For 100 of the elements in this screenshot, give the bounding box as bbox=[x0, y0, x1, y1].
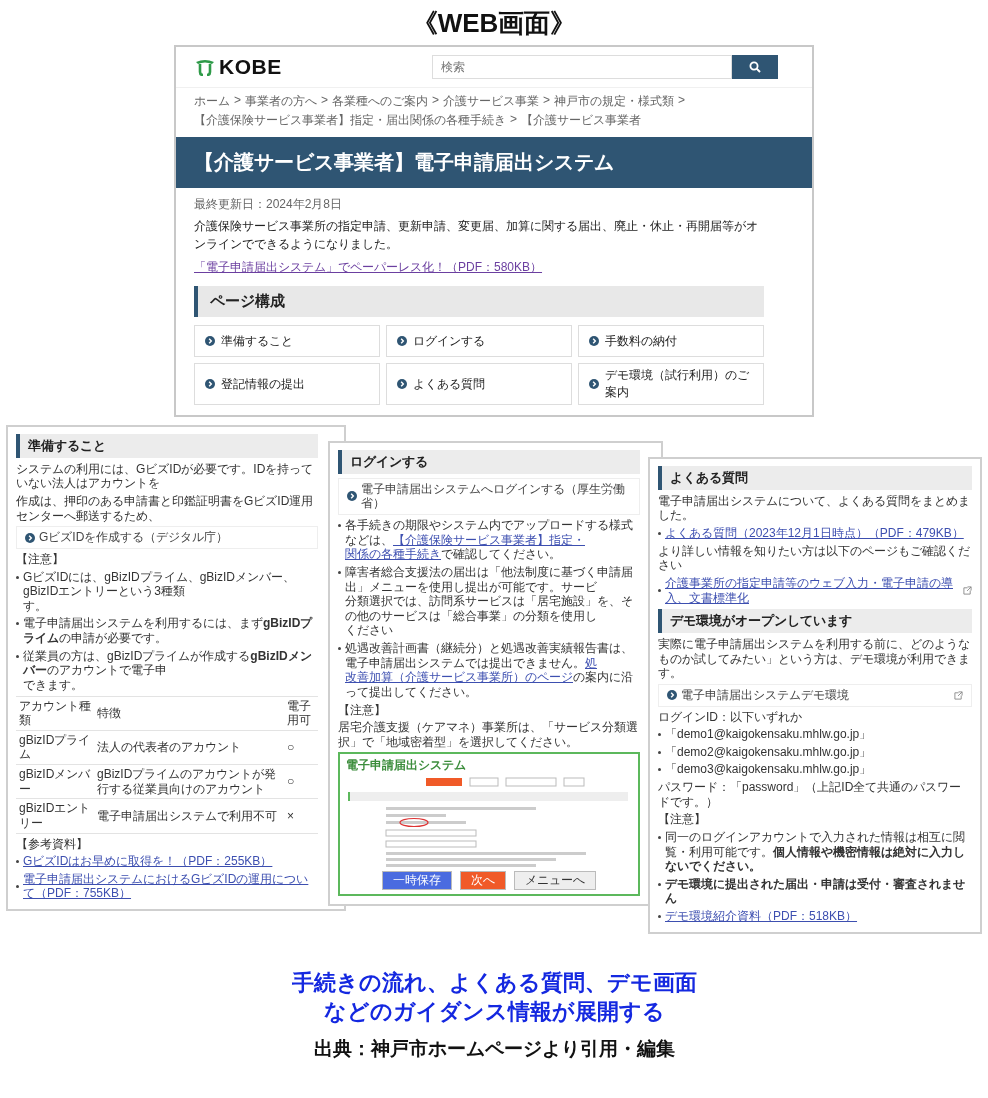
arrow-circle-icon bbox=[589, 336, 599, 346]
section-heading: ログインする bbox=[338, 450, 640, 474]
breadcrumb-link[interactable]: 神戸市の規定・様式類 bbox=[554, 93, 675, 110]
table-header: アカウント種類 bbox=[16, 696, 94, 731]
note-label: 【注意】 bbox=[16, 552, 65, 567]
menu-button[interactable]: デモ環境（試行利用）のご案内 bbox=[578, 363, 764, 405]
arrow-circle-icon bbox=[667, 690, 677, 701]
table-header: 特徴 bbox=[94, 696, 284, 731]
link[interactable]: 関係の各種手続き bbox=[345, 547, 441, 562]
bullet-text: す。 bbox=[23, 598, 48, 614]
breadcrumb-link[interactable]: 各業種へのご案内 bbox=[332, 93, 429, 110]
bullet-text: 「demo1@kaigokensaku.mhlw.go.jp」 bbox=[665, 727, 872, 742]
bullet-icon bbox=[338, 524, 341, 528]
intro-text: 介護保険サービス事業所の指定申請、更新申請、変更届、加算に関する届出、廃止・休止・再開届等がオンラインでできるようになりました。 bbox=[194, 218, 759, 253]
link[interactable]: デモ環境紹介資料（PDF：518KB） bbox=[665, 909, 858, 924]
arrow-circle-icon bbox=[397, 379, 407, 389]
arrow-circle-icon bbox=[397, 336, 407, 346]
link[interactable]: 「電子申請届出システム」でペーパーレス化！（PDF：580KB） bbox=[194, 260, 543, 274]
bullet-icon bbox=[338, 647, 341, 651]
caption: 手続きの流れ、よくある質問、デモ画面 bbox=[291, 969, 697, 997]
source-note: 出典：神戸市ホームページより引用・編集 bbox=[312, 1037, 676, 1062]
link[interactable]: 電子申請届出システムにおけるGビズIDの運用について（PDF：755KB） bbox=[23, 871, 318, 902]
link[interactable]: 介護事業所の指定申請等のウェブ入力・電子申請の導入、文書標準化 bbox=[665, 576, 959, 606]
arrow-circle-icon bbox=[25, 532, 35, 543]
note-label: 【参考資料】 bbox=[16, 836, 89, 852]
arrow-circle-icon bbox=[347, 491, 357, 502]
bullet-text: 「demo2@kaigokensaku.mhlw.go.jp」 bbox=[665, 744, 872, 760]
menu-button[interactable]: 登記情報の提出 bbox=[194, 363, 380, 405]
menu-button[interactable]: よくある質問 bbox=[386, 363, 572, 405]
bullet-icon bbox=[338, 571, 341, 574]
breadcrumb-link[interactable]: 【介護サービス事業者 bbox=[521, 112, 641, 129]
link[interactable]: 【介護保険サービス事業者】指定・ bbox=[393, 532, 585, 547]
link-box[interactable]: GビズIDを作成する（デジタル庁） bbox=[16, 526, 318, 549]
page-title: 《WEB画面》 bbox=[410, 7, 578, 40]
link-box[interactable]: 電子申請届出システムへログインする（厚生労働省） bbox=[338, 477, 640, 516]
bullet-text: 分類選択では、訪問系サービスは「居宅施設」を、その他のサービスは「総合事業」の分類を使用し bbox=[345, 594, 634, 624]
bullet-text: 従業員の方は、gBizIDプライムが作成するgBizIDメンバーのアカウントで電子申 bbox=[23, 648, 313, 678]
body-text: システムの利用には、GビズIDが必要です。IDを持っていない法人はアカウントを bbox=[16, 461, 315, 492]
breadcrumb-separator: > bbox=[432, 93, 440, 109]
link[interactable]: 処 bbox=[585, 655, 597, 670]
breadcrumb-separator: > bbox=[510, 112, 517, 128]
bullet-text: デモ環境に提出された届出・申請は受付・審査されません bbox=[665, 876, 966, 907]
table-cell: 電子申請届出システムで利用不可 bbox=[94, 798, 284, 834]
section-heading: デモ環境がオープンしています bbox=[658, 609, 972, 634]
link[interactable]: 改善加算（介護サービス事業所）のページ bbox=[345, 670, 573, 685]
arrow-circle-icon bbox=[205, 379, 215, 389]
bullet-icon bbox=[16, 622, 19, 626]
bullet-icon bbox=[658, 882, 661, 886]
body-text: 作成は、押印のある申請書と印鑑証明書をGビズID運用センターへ郵送するため、 bbox=[16, 494, 315, 524]
bullet-text: 「demo3@kaigokensaku.mhlw.go.jp」 bbox=[665, 762, 872, 778]
logo-icon bbox=[194, 58, 216, 76]
table-cell: ○ bbox=[284, 730, 318, 765]
caption: などのガイダンス情報が展開する bbox=[323, 997, 665, 1026]
updated-date: 最終更新日：2024年2月8日 bbox=[194, 196, 344, 213]
breadcrumb-separator: > bbox=[678, 93, 686, 109]
app-title: 電子申請届出システム bbox=[346, 758, 467, 774]
note-label: 【注意】 bbox=[658, 812, 707, 827]
link[interactable]: よくある質問（2023年12月1日時点）（PDF：479KB） bbox=[665, 526, 964, 541]
arrow-circle-icon bbox=[589, 379, 599, 389]
bullet-text: GビズIDには、gBizIDプライム、gBizIDメンバー、gBizIDエントリーという3種類 bbox=[23, 569, 297, 599]
table-cell: gBizIDエントリー bbox=[16, 798, 94, 834]
menu-button[interactable]: 準備すること bbox=[194, 325, 380, 357]
body-text: より詳しい情報を知りたい方は以下のページもご確認ください bbox=[658, 543, 971, 573]
bullet-icon bbox=[658, 835, 661, 839]
body-text: 実際に電子申請届出システムを利用する前に、どのようなものか試してみたい」という方は、デモ環境が利用できます。 bbox=[658, 637, 971, 681]
breadcrumb-separator: > bbox=[234, 93, 241, 109]
note-label: 【注意】 bbox=[338, 702, 387, 718]
bullet-icon bbox=[16, 575, 19, 579]
section-heading: ページ構成 bbox=[194, 286, 764, 317]
body-text: 電子申請届出システムについて、よくある質問をまとめました。 bbox=[658, 493, 971, 524]
link[interactable]: GビズIDはお早めに取得を！（PDF：255KB） bbox=[23, 854, 273, 869]
menu-button[interactable]: 手数料の納付 bbox=[578, 325, 764, 357]
logo-text: KOBE bbox=[219, 55, 282, 79]
table-cell: gBizIDメンバー bbox=[16, 764, 94, 799]
bullet-text: ください bbox=[345, 623, 394, 639]
search-field[interactable]: 検索 bbox=[432, 55, 732, 79]
table-cell: gBizIDプライム bbox=[16, 730, 94, 765]
link-box[interactable]: 電子申請届出システムデモ環境 bbox=[658, 683, 972, 707]
table-cell: gBizIDプライムのアカウントが発行する従業員向けのアカウント bbox=[94, 764, 284, 799]
breadcrumb-link[interactable]: 【介護保険サービス事業者】指定・届出関係の各種手続き bbox=[194, 112, 506, 129]
breadcrumb-separator: > bbox=[543, 93, 551, 109]
breadcrumb-link[interactable]: 介護サービス事業 bbox=[443, 93, 540, 110]
arrow-circle-icon bbox=[205, 336, 215, 346]
bullet-icon bbox=[658, 733, 661, 737]
bullet-text: 改善加算（介護サービス事業所）のページの案内に沿って提出してください。 bbox=[345, 670, 634, 700]
search-icon bbox=[749, 61, 761, 73]
section-heading: よくある質問 bbox=[658, 466, 972, 490]
page-heading: 【介護サービス事業者】電子申請届出システム bbox=[176, 137, 812, 188]
table-cell: 法人の代表者のアカウント bbox=[94, 730, 284, 765]
bullet-text: 処遇改善計画書（継続分）と処遇改善実績報告書は、電子申請届出システムでは提出できません。処 bbox=[345, 641, 634, 671]
breadcrumb-link[interactable]: ホーム bbox=[194, 93, 230, 110]
bullet-icon bbox=[658, 768, 661, 772]
bullet-text: できます。 bbox=[23, 678, 84, 693]
bullet-text: 電子申請届出システムを利用するには、まずgBizIDプライムの申請が必要です。 bbox=[23, 616, 314, 646]
bullet-text: 障害者総合支援法の届出は「他法制度に基づく申請届出」メニューを使用し提出が可能です。サービ bbox=[345, 565, 634, 595]
search-button[interactable] bbox=[732, 55, 778, 79]
menu-button[interactable]: ログインする bbox=[386, 325, 572, 357]
breadcrumb-link[interactable]: 事業者の方へ bbox=[245, 93, 317, 110]
table-cell: ○ bbox=[284, 764, 318, 799]
section-heading: 準備すること bbox=[16, 434, 318, 458]
